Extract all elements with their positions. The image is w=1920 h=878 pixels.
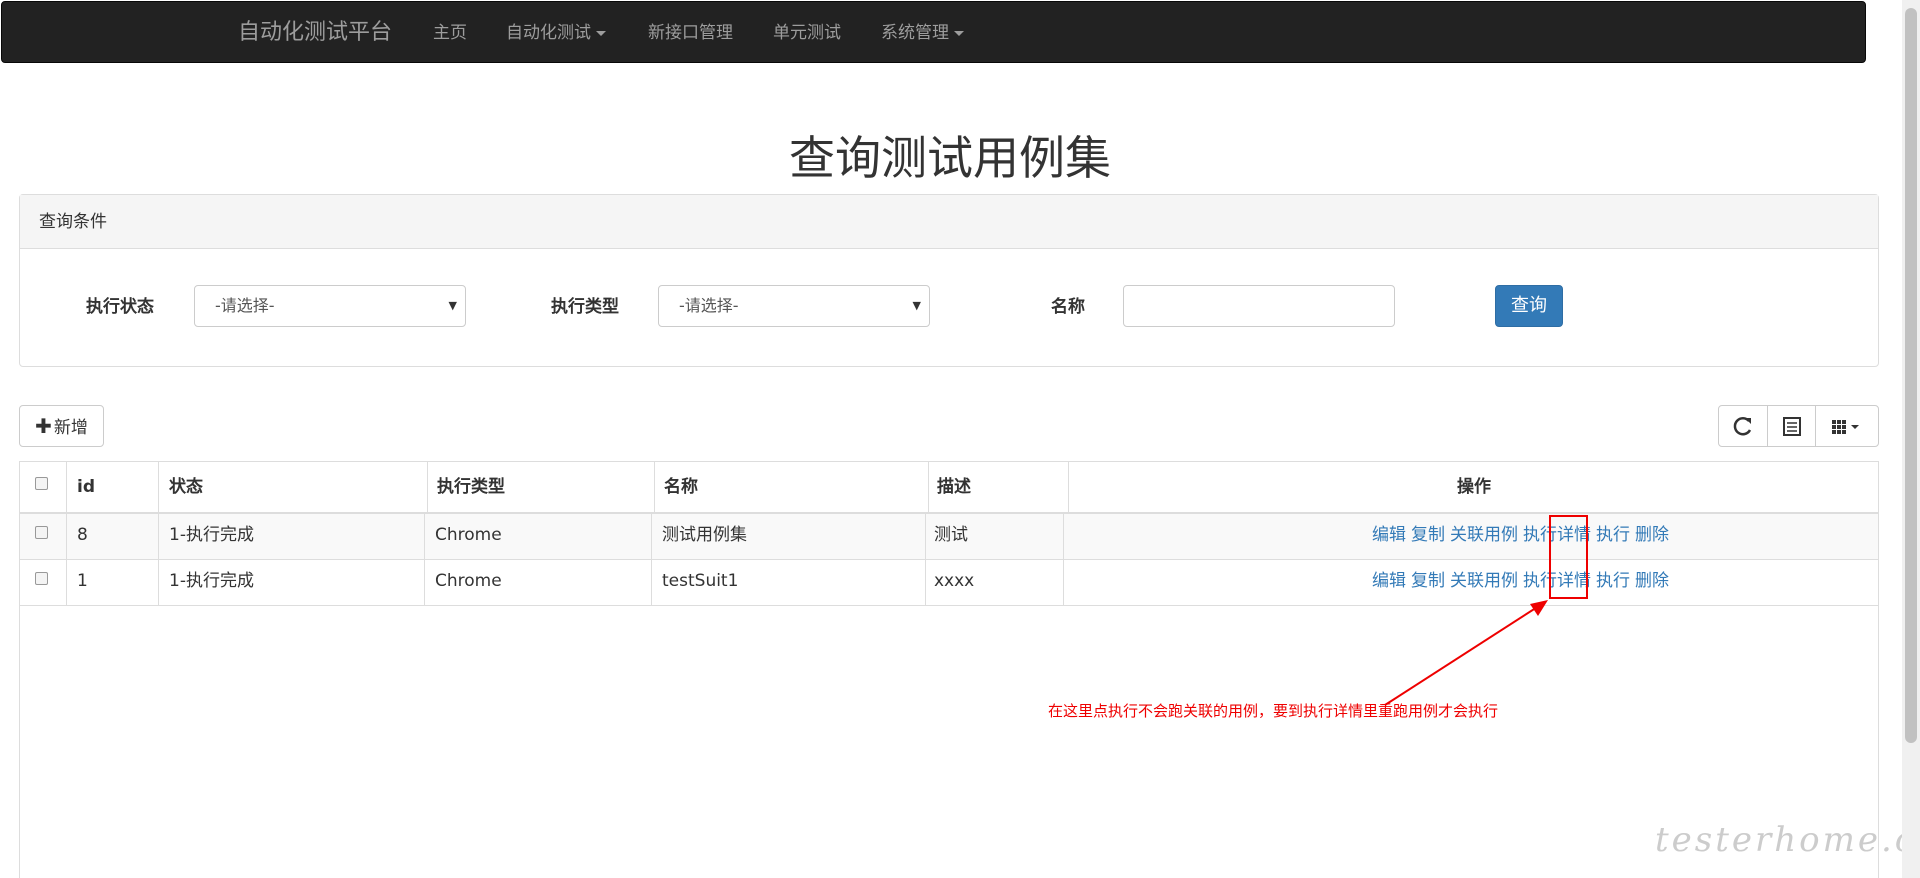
edit-link[interactable]: 编辑 bbox=[1372, 525, 1406, 545]
query-panel: 查询条件 bbox=[19, 194, 1879, 367]
name-input[interactable] bbox=[1123, 285, 1395, 327]
exec-status-label: 执行状态 bbox=[86, 297, 154, 317]
exec-type-label: 执行类型 bbox=[551, 297, 619, 317]
caret-down-icon bbox=[596, 30, 606, 36]
execute-link[interactable]: 执行 bbox=[1596, 525, 1630, 545]
delete-link[interactable]: 删除 bbox=[1635, 525, 1669, 545]
annotation-arrow bbox=[1384, 600, 1548, 706]
nav-system-manage-label: 系统管理 bbox=[881, 23, 949, 43]
page-title: 查询测试用例集 bbox=[789, 131, 1111, 185]
list-icon bbox=[1783, 417, 1801, 436]
panel-heading: 查询条件 bbox=[20, 195, 1878, 249]
copy-link[interactable]: 复制 bbox=[1411, 525, 1445, 545]
header-status: 状态 bbox=[169, 477, 203, 497]
refresh-icon bbox=[1733, 416, 1752, 436]
col-divider bbox=[158, 462, 159, 605]
col-divider bbox=[1068, 462, 1069, 512]
cell-id: 1 bbox=[77, 571, 88, 591]
select-all-checkbox[interactable] bbox=[35, 477, 48, 490]
col-divider bbox=[654, 462, 655, 512]
delete-link[interactable]: 删除 bbox=[1635, 571, 1669, 591]
execute-link[interactable]: 执行 bbox=[1596, 571, 1630, 591]
add-button-label: 新增 bbox=[53, 418, 88, 438]
col-divider bbox=[928, 462, 929, 512]
col-divider bbox=[1063, 514, 1064, 605]
toggle-view-button[interactable] bbox=[1767, 405, 1816, 447]
col-divider bbox=[427, 462, 428, 512]
columns-button[interactable] bbox=[1815, 405, 1879, 447]
cell-exec-type: Chrome bbox=[435, 525, 502, 545]
cell-desc: xxxx bbox=[934, 571, 975, 591]
cell-name: 测试用例集 bbox=[662, 525, 747, 545]
header-actions: 操作 bbox=[1457, 477, 1491, 497]
col-divider bbox=[925, 514, 926, 605]
row-actions: 编辑 复制 关联用例 执行详情 执行 删除 bbox=[1367, 523, 1669, 547]
link-cases-link[interactable]: 关联用例 bbox=[1450, 571, 1518, 591]
header-id: id bbox=[77, 477, 95, 497]
link-cases-link[interactable]: 关联用例 bbox=[1450, 525, 1518, 545]
caret-down-icon bbox=[954, 30, 964, 36]
edit-link[interactable]: 编辑 bbox=[1372, 571, 1406, 591]
nav-auto-test-label: 自动化测试 bbox=[506, 23, 591, 43]
nav-system-manage[interactable]: 系统管理 bbox=[881, 2, 964, 64]
query-button[interactable]: 查询 bbox=[1495, 285, 1563, 327]
nav-unit-test[interactable]: 单元测试 bbox=[773, 2, 841, 64]
grid-icon bbox=[1832, 420, 1859, 434]
nav-home[interactable]: 主页 bbox=[433, 2, 467, 64]
add-button[interactable]: ✚ 新增 bbox=[19, 405, 104, 447]
col-divider bbox=[424, 514, 425, 605]
row-checkbox[interactable] bbox=[35, 572, 48, 585]
cell-name: testSuit1 bbox=[662, 571, 739, 591]
annotation-note: 在这里点执行不会跑关联的用例，要到执行详情里重跑用例才会执行 bbox=[1048, 702, 1499, 720]
header-name: 名称 bbox=[664, 477, 698, 497]
copy-link[interactable]: 复制 bbox=[1411, 571, 1445, 591]
row-checkbox[interactable] bbox=[35, 526, 48, 539]
cell-desc: 测试 bbox=[934, 525, 968, 545]
row-divider bbox=[20, 559, 1878, 560]
highlight-box bbox=[1549, 515, 1588, 599]
name-label: 名称 bbox=[1051, 297, 1085, 317]
scrollbar-thumb[interactable] bbox=[1905, 8, 1917, 743]
nav-auto-test[interactable]: 自动化测试 bbox=[506, 2, 606, 64]
cell-status: 1-执行完成 bbox=[169, 525, 254, 545]
exec-status-select[interactable]: -请选择- ▼ bbox=[194, 285, 466, 327]
top-navbar: 自动化测试平台 主页 自动化测试 新接口管理 单元测试 系统管理 bbox=[1, 1, 1866, 63]
col-divider bbox=[651, 514, 652, 605]
refresh-button[interactable] bbox=[1718, 405, 1768, 447]
col-divider bbox=[66, 462, 67, 605]
header-exec-type: 执行类型 bbox=[437, 477, 505, 497]
exec-status-value: -请选择- bbox=[215, 296, 275, 315]
nav-api-manage[interactable]: 新接口管理 bbox=[648, 2, 733, 64]
cell-id: 8 bbox=[77, 525, 88, 545]
cell-status: 1-执行完成 bbox=[169, 571, 254, 591]
dropdown-arrow-icon: ▼ bbox=[912, 299, 921, 312]
exec-type-value: -请选择- bbox=[679, 296, 739, 315]
cell-exec-type: Chrome bbox=[435, 571, 502, 591]
dropdown-arrow-icon: ▼ bbox=[448, 299, 457, 312]
row-divider bbox=[20, 605, 1878, 606]
exec-type-select[interactable]: -请选择- ▼ bbox=[658, 285, 930, 327]
brand-title[interactable]: 自动化测试平台 bbox=[238, 2, 392, 64]
watermark: testerhome.com bbox=[1655, 820, 1920, 860]
plus-icon: ✚ bbox=[35, 414, 52, 438]
header-desc: 描述 bbox=[937, 477, 971, 497]
